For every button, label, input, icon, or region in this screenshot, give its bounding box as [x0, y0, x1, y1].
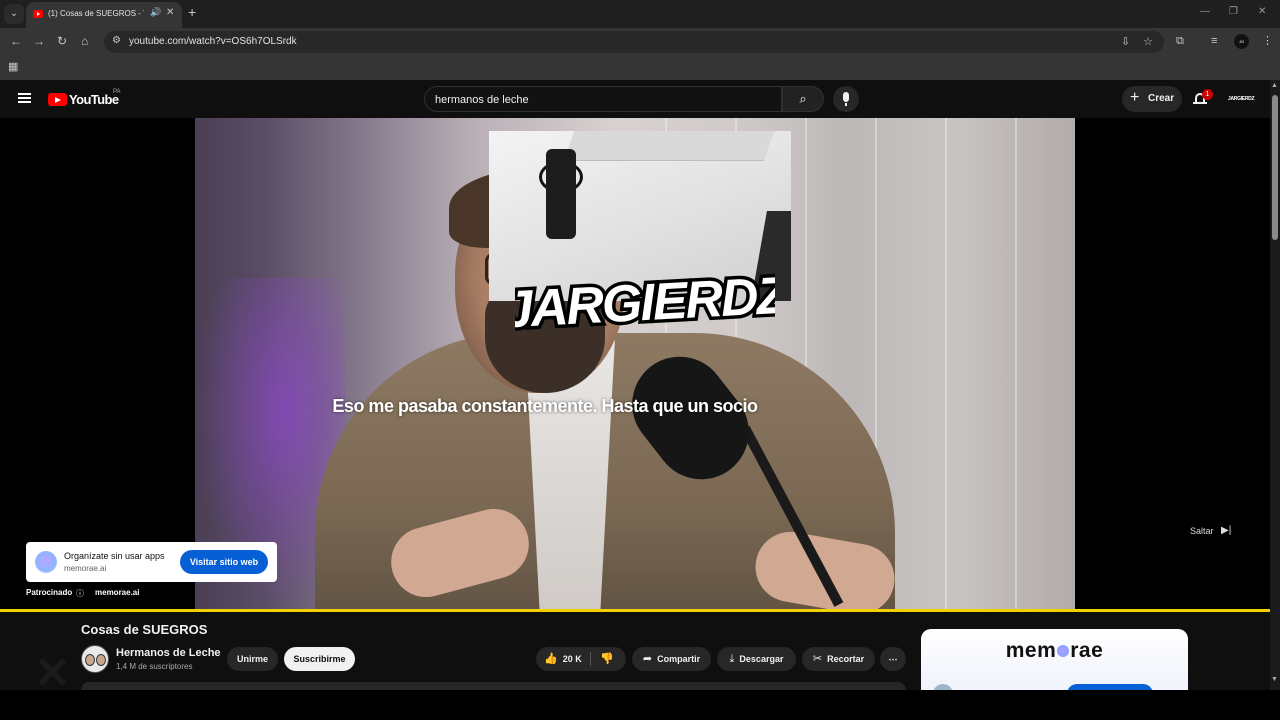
search-icon: ⌕ [799, 91, 807, 106]
ceiling-panel [563, 131, 775, 161]
avatar-face [85, 654, 95, 666]
extensions-icon[interactable]: ⧉ [1176, 35, 1184, 47]
country-code: PA [113, 89, 121, 95]
youtube-header: YouTube PA hermanos de leche ⌕ + Crear 1… [0, 80, 1270, 118]
browser-tab-bar: ⌄ (1) Cosas de SUEGROS - YouTube 🔊 ✕ + —… [0, 0, 1280, 28]
side-ad-card[interactable]: mem rae [921, 629, 1188, 699]
scissors-icon: ✂ [812, 653, 823, 665]
new-tab-icon[interactable]: + [188, 5, 196, 19]
memorae-dot-icon [1057, 645, 1070, 658]
browser-toolbar: ← → ↻ ⌂ ⚙ youtube.com/watch?v=OS6h7OLSrd… [0, 28, 1280, 56]
microphone-stand [845, 103, 847, 106]
video-player[interactable]: Eso me pasaba constantemente. Hasta que … [0, 118, 1270, 611]
jargierdz-logo: JARGIERDZ [515, 263, 775, 343]
youtube-wordmark[interactable]: YouTube [69, 92, 119, 107]
reload-icon[interactable]: ↻ [57, 34, 67, 48]
youtube-logo-icon[interactable] [48, 93, 67, 106]
sponsored-domain[interactable]: memorae.ai [95, 588, 139, 597]
menu-icon[interactable]: ⋮ [1262, 35, 1273, 47]
brand-right: rae [1070, 639, 1104, 662]
clip-label: Recortar [827, 654, 865, 664]
create-label: Crear [1148, 93, 1175, 104]
dislike-icon[interactable]: 👎 [600, 647, 614, 671]
more-actions-icon[interactable]: ⋯ [880, 647, 906, 671]
minimize-icon[interactable]: — [1200, 6, 1210, 17]
url-text[interactable]: youtube.com/watch?v=OS6h7OLSrdk [129, 36, 297, 47]
download-label: Descargar [739, 654, 784, 664]
ad-domain: memorae.ai [64, 564, 107, 573]
hamburger-menu-icon[interactable] [18, 93, 31, 103]
search-button[interactable]: ⌕ [782, 86, 824, 112]
subscribe-button[interactable]: Suscribirme [284, 647, 355, 671]
blind-stripe [1015, 118, 1017, 611]
skip-next-icon[interactable]: ▶| [1221, 525, 1231, 536]
sponsored-label: Patrocinado [26, 588, 73, 597]
profile-icon[interactable]: JG [1234, 34, 1249, 49]
jargierdz-logo-text: JARGIERDZ [515, 266, 775, 339]
visit-site-button[interactable]: Visitar sitio web [180, 550, 268, 574]
microphone-icon [843, 92, 849, 102]
download-button[interactable]: ⤓ Descargar [717, 647, 796, 671]
channel-avatar[interactable] [81, 645, 109, 673]
scrollbar-thumb[interactable] [1272, 95, 1278, 240]
youtube-favicon-icon [33, 10, 43, 18]
bell-base [1193, 102, 1207, 104]
browser-tab[interactable]: (1) Cosas de SUEGROS - YouTube 🔊 ✕ [26, 2, 182, 28]
webcam-microphone [546, 149, 576, 239]
skip-ad-label[interactable]: Saltar [1190, 526, 1214, 536]
join-button[interactable]: Unirme [227, 647, 278, 671]
site-settings-icon[interactable]: ⚙ [112, 35, 121, 46]
search-input[interactable]: hermanos de leche [424, 86, 782, 112]
scroll-down-icon[interactable]: ▼ [1271, 676, 1278, 683]
ad-card[interactable]: Organízate sin usar apps memorae.ai Visi… [26, 542, 277, 582]
tab-title: (1) Cosas de SUEGROS - YouTube [48, 9, 144, 18]
share-label: Compartir [657, 654, 701, 664]
close-tab-icon[interactable]: ✕ [166, 7, 174, 18]
audio-icon[interactable]: 🔊 [150, 7, 161, 18]
share-icon: ➦ [642, 653, 653, 665]
address-bar[interactable]: ⚙ youtube.com/watch?v=OS6h7OLSrdk ⇩ ☆ [104, 31, 1164, 53]
notification-badge: 1 [1202, 89, 1213, 100]
ad-title[interactable]: Organízate sin usar apps [64, 551, 165, 561]
avatar-face [96, 654, 106, 666]
install-app-icon[interactable]: ⇩ [1121, 36, 1130, 48]
create-button[interactable]: + Crear [1122, 86, 1182, 112]
video-subtitle: Eso me pasaba constantemente. Hasta que … [332, 396, 758, 416]
like-icon[interactable]: 👍 [544, 647, 558, 671]
media-icon[interactable]: ≡ [1211, 35, 1217, 47]
bookmark-star-icon[interactable]: ☆ [1143, 36, 1153, 48]
info-icon[interactable]: ⓘ [76, 588, 84, 599]
share-button[interactable]: ➦ Compartir [632, 647, 711, 671]
memorae-brand: mem rae [921, 639, 1188, 663]
forward-icon[interactable]: → [33, 34, 45, 48]
plus-icon: + [1130, 89, 1140, 106]
back-icon[interactable]: ← [10, 34, 22, 48]
ad-progress-bar [0, 609, 1270, 612]
page-scrollbar[interactable]: ▲ ▼ [1270, 80, 1280, 690]
taskbar-strip [0, 690, 1280, 720]
like-count[interactable]: 20 K [563, 654, 582, 664]
clip-button[interactable]: ✂ Recortar [802, 647, 875, 671]
apps-icon[interactable]: ▦ [8, 61, 18, 73]
tab-dropdown-icon[interactable]: ⌄ [4, 4, 24, 24]
download-icon: ⤓ [729, 653, 735, 665]
home-icon[interactable]: ⌂ [81, 34, 88, 48]
memorae-logo-icon [35, 551, 57, 573]
search-query[interactable]: hermanos de leche [435, 94, 529, 106]
blind-stripe [945, 118, 947, 611]
subscriber-count: 1,4 M de suscriptores [116, 662, 193, 671]
close-window-icon[interactable]: ✕ [1258, 6, 1266, 17]
brand-left: mem [1005, 639, 1057, 662]
like-divider [590, 652, 591, 666]
like-dislike-group: 👍 20 K 👎 [536, 647, 626, 671]
channel-name[interactable]: Hermanos de Leche [116, 647, 221, 659]
bookmarks-bar: ▦ [0, 56, 1280, 80]
video-title: Cosas de SUEGROS [81, 622, 208, 637]
scroll-up-icon[interactable]: ▲ [1271, 82, 1278, 89]
voice-search-button[interactable] [833, 86, 859, 112]
account-avatar[interactable]: JARGIERDZ [1228, 89, 1255, 109]
maximize-icon[interactable]: ❐ [1229, 6, 1238, 17]
